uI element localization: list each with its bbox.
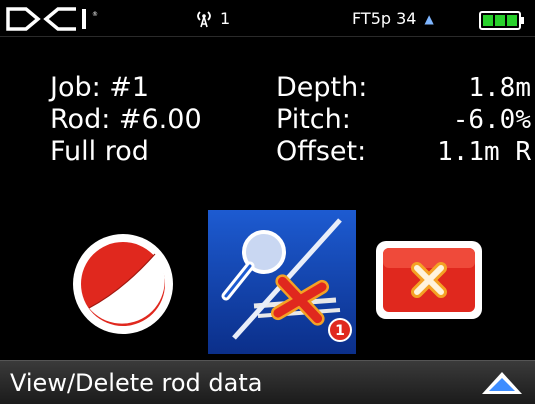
badge-count: 1 (335, 323, 345, 339)
triangle-up-icon: ▲ (424, 11, 434, 26)
offset-row: Offset: 1.1m R (276, 136, 531, 168)
rod-number: Rod: #6.00 (50, 104, 202, 135)
depth-label: Depth: (276, 72, 368, 103)
cancel-x-icon (376, 241, 482, 319)
pitch-label: Pitch: (276, 104, 351, 135)
depth-row: Depth: 1.8m (276, 72, 531, 104)
channel-number: 1 (220, 8, 231, 28)
frequency-indicator: FT5p 34 ▲ (352, 9, 434, 28)
status-bar: ® 1 FT5p 34 ▲ (0, 0, 535, 37)
frequency-text: FT5p 34 (352, 9, 417, 28)
offset-value: 1.1m R (437, 137, 531, 167)
half-circle-gauge-icon (73, 234, 173, 334)
bottom-bar: View/Delete rod data (0, 360, 535, 404)
job-number: Job: #1 (50, 72, 150, 103)
depth-value: 1.8m (468, 73, 531, 103)
rod-state: Full rod (50, 136, 149, 167)
triangle-up-icon[interactable] (480, 370, 524, 396)
rod-gauge-button[interactable] (69, 230, 177, 338)
pitch-row: Pitch: -6.0% (276, 104, 531, 136)
view-delete-rod-data-button[interactable]: 1 (208, 210, 356, 354)
signal-indicator: 1 (193, 7, 230, 29)
antenna-icon (197, 11, 211, 28)
menu-label: View/Delete rod data (10, 369, 263, 397)
battery-icon (479, 11, 524, 30)
magnifier-delete-icon: 1 (221, 218, 352, 342)
dci-logo: ® (6, 7, 98, 31)
pitch-value: -6.0% (452, 105, 531, 135)
measurements: Depth: 1.8m Pitch: -6.0% Offset: 1.1m R (276, 72, 531, 168)
offset-label: Offset: (276, 136, 367, 167)
job-info: Job: #1 Rod: #6.00 Full rod (50, 72, 202, 168)
svg-text:®: ® (92, 11, 98, 18)
cancel-button[interactable] (373, 238, 485, 322)
